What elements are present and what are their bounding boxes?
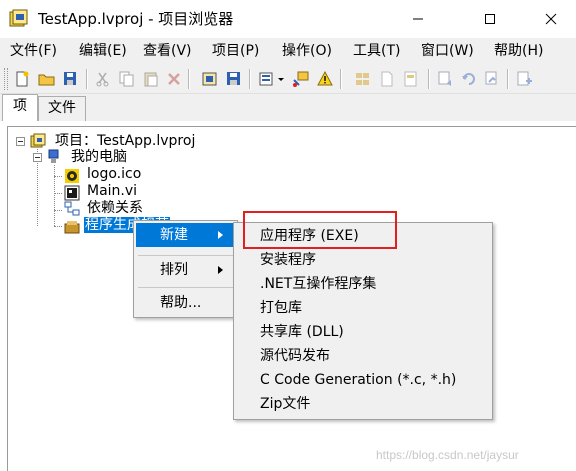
save-all-icon[interactable] xyxy=(62,70,80,88)
vi-file-icon xyxy=(64,185,80,201)
tree-item-dependencies[interactable]: 依赖关系 xyxy=(87,200,143,217)
library-icon[interactable] xyxy=(354,70,372,88)
submenu-zip-file[interactable]: Zip文件 xyxy=(236,392,490,416)
menu-view[interactable]: 查看(V) xyxy=(143,42,192,60)
window-title: TestApp.lvproj - 项目浏览器 xyxy=(38,10,234,28)
maximize-icon xyxy=(485,14,495,24)
project-icon xyxy=(30,133,46,148)
paste-icon[interactable] xyxy=(142,70,160,88)
context-menu-new-label: 新建 xyxy=(160,227,188,243)
tree-item-main-vi[interactable]: Main.vi xyxy=(87,183,137,200)
file-icon[interactable] xyxy=(378,70,396,88)
minimize-icon xyxy=(413,18,423,20)
tab-items[interactable]: 项 xyxy=(2,94,38,121)
new-icon[interactable] xyxy=(13,70,31,88)
watermark: https://blog.csdn.net/jaysur xyxy=(376,448,519,462)
project-explorer-window: TestApp.lvproj - 项目浏览器 文件(F) 编辑(E) 查看(V)… xyxy=(0,0,576,471)
warning-icon[interactable] xyxy=(316,70,334,88)
delete-icon[interactable] xyxy=(165,70,183,88)
menu-edit[interactable]: 编辑(E) xyxy=(79,42,127,60)
add-icon[interactable] xyxy=(515,70,533,88)
menu-file[interactable]: 文件(F) xyxy=(10,42,57,60)
menu-window[interactable]: 窗口(W) xyxy=(421,42,474,60)
title-bar[interactable]: TestApp.lvproj - 项目浏览器 xyxy=(0,0,576,38)
submenu-packed-library[interactable]: 打包库 xyxy=(236,296,490,320)
open-icon[interactable] xyxy=(38,70,56,88)
close-button[interactable] xyxy=(528,0,574,38)
toolbar-separator xyxy=(428,69,429,89)
toolbar-separator xyxy=(188,69,189,89)
new-submenu: 应用程序 (EXE) 安装程序 .NET互操作程序集 打包库 共享库 (DLL)… xyxy=(233,222,493,420)
menu-separator xyxy=(138,255,234,256)
tree-connector xyxy=(54,165,55,226)
context-menu: 新建 排列 帮助... xyxy=(133,220,238,318)
tree-connector xyxy=(54,193,62,194)
menu-project[interactable]: 项目(P) xyxy=(212,42,259,60)
submenu-arrow-icon xyxy=(218,231,223,239)
labview-project-icon xyxy=(9,9,28,27)
tree-connector xyxy=(54,210,62,211)
ico-file-icon xyxy=(65,169,79,183)
maximize-button[interactable] xyxy=(467,0,513,38)
menu-bar: 文件(F) 编辑(E) 查看(V) 项目(P) 操作(O) 工具(T) 窗口(W… xyxy=(0,38,576,64)
dependencies-icon xyxy=(64,201,80,216)
tree-connector xyxy=(54,176,62,177)
expand-icon[interactable] xyxy=(437,70,455,88)
root-expander[interactable] xyxy=(16,137,25,146)
submenu-c-code-generation[interactable]: C Code Generation (*.c, *.h) xyxy=(236,368,490,392)
menu-operate[interactable]: 操作(O) xyxy=(282,42,332,60)
undo-icon[interactable] xyxy=(483,70,501,88)
submenu-installer[interactable]: 安装程序 xyxy=(236,248,490,272)
collapse-icon[interactable] xyxy=(460,70,478,88)
cut-icon[interactable] xyxy=(94,70,112,88)
toolbar-grip[interactable] xyxy=(4,68,8,90)
close-icon xyxy=(545,13,557,25)
menu-separator xyxy=(138,287,234,288)
submenu-arrow-icon xyxy=(218,266,223,274)
toolbar-separator xyxy=(340,69,341,89)
save-icon[interactable] xyxy=(225,70,243,88)
menu-tools[interactable]: 工具(T) xyxy=(353,42,400,60)
minimize-button[interactable] xyxy=(395,0,441,38)
submenu-dotnet-assembly[interactable]: .NET互操作程序集 xyxy=(236,272,490,296)
tree-item-project[interactable]: 项目：TestApp.lvproj xyxy=(55,133,195,150)
toolbar-separator xyxy=(249,69,250,89)
computer-expander[interactable] xyxy=(33,153,42,162)
resolve-icon[interactable] xyxy=(292,70,310,88)
tab-bar: 项 文件 xyxy=(0,94,576,121)
view-options-icon[interactable] xyxy=(258,70,276,88)
build-spec-icon xyxy=(64,221,80,234)
tree-connector xyxy=(54,226,62,227)
computer-icon xyxy=(48,149,59,163)
tab-files[interactable]: 文件 xyxy=(38,96,86,121)
context-menu-new[interactable]: 新建 xyxy=(136,223,235,247)
toolbar-separator xyxy=(507,69,508,89)
annotation-highlight-box xyxy=(243,211,397,249)
tree-item-my-computer[interactable]: 我的电脑 xyxy=(71,149,127,166)
toolbar-separator xyxy=(86,69,87,89)
context-menu-help-label: 帮助... xyxy=(160,295,202,311)
toolbar xyxy=(0,64,576,94)
copy-icon[interactable] xyxy=(118,70,136,88)
context-menu-arrange-label: 排列 xyxy=(160,262,188,278)
submenu-shared-library[interactable]: 共享库 (DLL) xyxy=(236,320,490,344)
menu-help[interactable]: 帮助(H) xyxy=(494,42,543,60)
tree-item-logo[interactable]: logo.ico xyxy=(87,166,141,183)
refresh-icon[interactable] xyxy=(402,70,420,88)
submenu-source-distribution[interactable]: 源代码发布 xyxy=(236,344,490,368)
context-menu-help[interactable]: 帮助... xyxy=(136,291,235,315)
build-icon[interactable] xyxy=(201,70,219,88)
dropdown-icon[interactable] xyxy=(276,70,286,88)
context-menu-arrange[interactable]: 排列 xyxy=(136,258,235,282)
